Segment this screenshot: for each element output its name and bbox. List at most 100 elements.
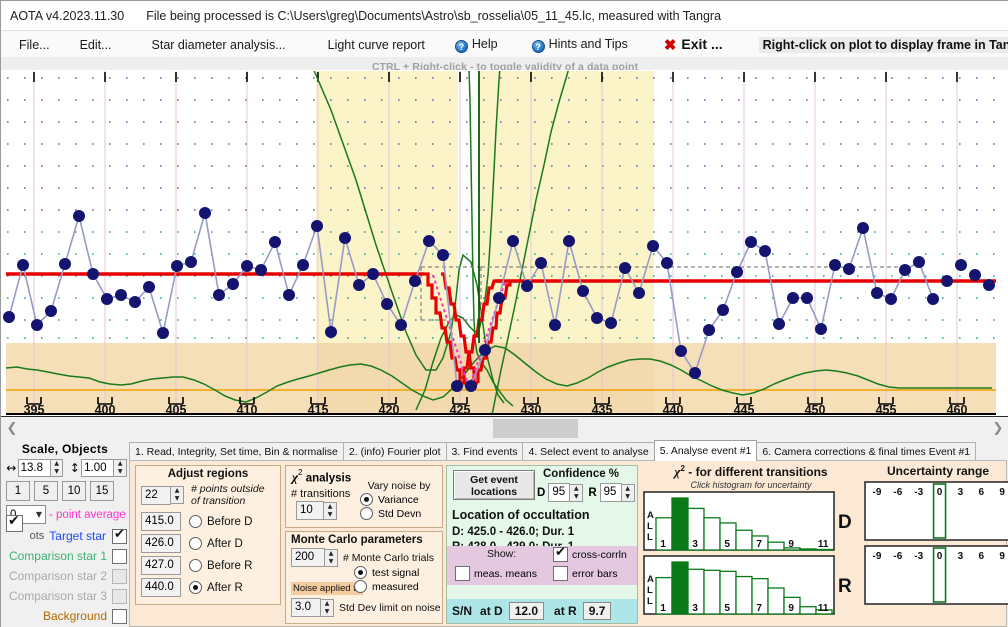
zoom-preset-15[interactable]: 15: [90, 481, 114, 501]
meas-means-label: meas. means: [474, 567, 538, 580]
measured-radio[interactable]: [354, 580, 367, 593]
transitions-spinner[interactable]: ▲ ▼: [324, 501, 337, 520]
zoom-preset-5[interactable]: 5: [34, 481, 58, 501]
adjust-regions-title: Adjust regions: [167, 468, 249, 480]
histogram-bar[interactable]: [671, 497, 689, 551]
tab-select-event[interactable]: 4. Select event to analyse: [522, 442, 655, 461]
light-curve-plot[interactable]: 395 400 405 410 415 420 425 430 435 440 445 450 455 4…: [1, 70, 1008, 416]
std-dev-limit-value[interactable]: 3.0: [291, 598, 321, 617]
meas-means-checkbox[interactable]: [455, 566, 470, 581]
after-d-radio[interactable]: [189, 537, 202, 550]
mc-trials-spinner[interactable]: ▲ ▼: [325, 548, 338, 567]
before-d-value[interactable]: 415.0: [141, 512, 181, 531]
scrollbar-thumb[interactable]: [493, 418, 578, 438]
menu-exit[interactable]: ✖ Exit ...: [660, 34, 727, 56]
object-checkbox-comparison-1[interactable]: [112, 548, 127, 564]
menu-star-diameter-analysis[interactable]: Star diameter analysis...: [148, 36, 290, 54]
light-curve-svg[interactable]: 395 400 405 410 415 420 425 430 435 440 445 450 455 4…: [1, 70, 1008, 416]
uncertainty-tick-label: 0: [937, 551, 943, 562]
tab-find-events[interactable]: 3. Find events: [445, 442, 524, 461]
histogram-bar[interactable]: [767, 541, 785, 551]
cross-corrln-checkbox[interactable]: [553, 545, 568, 562]
confidence-d-spinner[interactable]: ▲ ▼: [570, 483, 584, 502]
histogram-bar[interactable]: [767, 587, 785, 615]
get-event-locations-button[interactable]: Get event locations: [453, 470, 535, 500]
vary-noise-variance-option[interactable]: Variance: [360, 493, 438, 506]
uncertainty-svg[interactable]: -9 -6 -3 0 3 6 9 -9 -6 -3 0 3 6 9: [864, 478, 1008, 618]
h-scale-spinner[interactable]: ▲ ▼: [50, 459, 64, 477]
zoom-preset-1[interactable]: 1: [6, 481, 30, 501]
before-r-radio[interactable]: [189, 559, 202, 572]
uncertainty-title: Uncertainty range: [886, 464, 990, 478]
menu-light-curve-report[interactable]: Light curve report: [324, 36, 429, 54]
noise-measured-option[interactable]: measured: [354, 580, 436, 593]
histogram-bar[interactable]: [799, 606, 817, 615]
mc-trials-value[interactable]: 200: [291, 548, 325, 567]
show-points-checkbox[interactable]: [6, 513, 23, 532]
before-r-value[interactable]: 427.0: [141, 556, 181, 575]
v-scale-spinner[interactable]: ▲ ▼: [114, 459, 127, 477]
tab-analyse-event[interactable]: 5. Analyse event #1: [653, 440, 758, 461]
mc-trials-label: # Monte Carlo trials: [343, 551, 435, 564]
confidence-d-value[interactable]: 95: [548, 483, 571, 502]
object-checkbox-background[interactable]: [112, 608, 127, 624]
after-d-value[interactable]: 426.0: [141, 534, 181, 553]
menu-file[interactable]: File...: [15, 36, 54, 54]
scroll-left-icon[interactable]: ❮: [1, 421, 23, 436]
horizontal-scrollbar[interactable]: ❮ ❯: [1, 416, 1008, 439]
monte-carlo-title: Monte Carlo parameters: [291, 534, 423, 546]
tab-camera-corrections[interactable]: 6. Camera corrections & final times Even…: [756, 442, 977, 461]
object-checkbox-target-star[interactable]: [112, 527, 127, 544]
scroll-right-icon[interactable]: ❯: [987, 421, 1008, 436]
uncertainty-tick-label: 6: [978, 551, 984, 562]
scale-objects-panel: Scale, Objects ↔ 13.8 ▲ ▼ ↕ 1.00 ▲ ▼ 1 5 1…: [3, 441, 127, 626]
tab-read-integrity[interactable]: 1. Read, Integrity, Set time, Bin & norm…: [129, 442, 344, 461]
scrollbar-track[interactable]: [23, 417, 987, 440]
variance-radio[interactable]: [360, 493, 373, 506]
ctrl-rightclick-hint-strip: CTRL + Right-click - to toggle validity …: [1, 57, 1008, 73]
histogram-bar[interactable]: [703, 569, 721, 615]
menu-edit[interactable]: Edit...: [76, 36, 116, 54]
std-dev-limit-spinner[interactable]: ▲ ▼: [321, 598, 334, 617]
tab-fourier-plot[interactable]: 2. (info) Fourier plot: [342, 442, 447, 461]
h-scale-value[interactable]: 13.8: [17, 459, 51, 477]
after-r-radio[interactable]: [189, 581, 202, 594]
after-r-value[interactable]: 440.0: [141, 578, 181, 597]
histogram-x-tick: 9: [788, 539, 794, 550]
menu-hints-and-tips[interactable]: ? Hints and Tips: [528, 35, 632, 55]
zoom-preset-buttons: 1 5 10 15: [6, 481, 127, 501]
confidence-title: Confidence %: [543, 468, 620, 480]
histogram-bar[interactable]: [671, 561, 689, 615]
v-scale-value[interactable]: 1.00: [81, 459, 115, 477]
test-signal-radio[interactable]: [354, 566, 367, 579]
histogram-bar[interactable]: [735, 575, 753, 615]
object-label-target-star: Target star: [49, 529, 106, 543]
histogram-bar[interactable]: [735, 529, 753, 551]
menu-help[interactable]: ? Help: [451, 35, 502, 55]
confidence-r-spinner[interactable]: ▲ ▼: [621, 483, 635, 502]
chi-analysis-title-rest: analysis: [302, 472, 352, 485]
std-dev-limit-label: Std Dev limit on noise: [339, 601, 441, 614]
std-devn-label: Std Devn: [378, 507, 422, 520]
histograms-svg[interactable]: ALL1 3 5 7 9 11DALL1 3 5 7 9 11R: [642, 490, 860, 618]
std-devn-radio[interactable]: [360, 507, 373, 520]
zoom-preset-10[interactable]: 10: [62, 481, 86, 501]
sn-at-r-value: 9.7: [582, 602, 612, 620]
before-d-radio[interactable]: [189, 515, 202, 528]
noise-applied-to-label: Noise applied to: [291, 582, 364, 595]
histogram-bar[interactable]: [703, 517, 721, 551]
error-bars-checkbox[interactable]: [553, 566, 568, 581]
histogram-bar[interactable]: [799, 548, 817, 551]
chi-square-histograms-group: χ2 - for different transitions Click his…: [642, 464, 860, 624]
measured-label: measured: [372, 580, 419, 593]
confidence-r-value[interactable]: 95: [599, 483, 622, 502]
noise-test-signal-option[interactable]: test signal: [354, 566, 436, 579]
points-outside-spinner[interactable]: ▲ ▼: [171, 486, 184, 504]
points-outside-note: # points outside of transition: [191, 483, 265, 507]
chi-square-analysis-group: χ2 analysis # transitions 10 ▲ ▼ Vary noi…: [285, 465, 443, 528]
transitions-value[interactable]: 10: [296, 501, 324, 521]
points-outside-value[interactable]: 22: [141, 485, 171, 505]
object-label-comparison-2: Comparison star 2: [8, 569, 107, 583]
vary-noise-stddev-option[interactable]: Std Devn: [360, 507, 438, 520]
help-icon: ?: [454, 40, 468, 53]
